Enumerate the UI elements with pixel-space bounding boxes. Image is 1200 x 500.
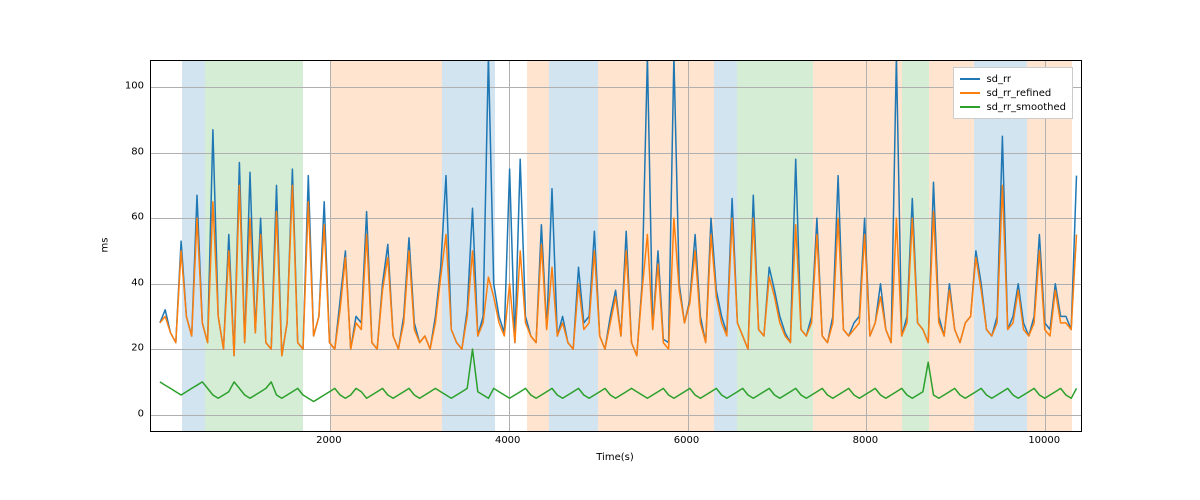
figure: sd_rrsd_rr_refinedsd_rr_smoothed 2000400… (0, 0, 1200, 500)
x-tick-label: 6000 (674, 435, 699, 446)
y-tick-label: 40 (131, 277, 144, 288)
legend-entry: sd_rr_refined (960, 86, 1066, 100)
y-axis-label: ms (100, 238, 111, 253)
y-tick-label: 20 (131, 343, 144, 354)
legend-label: sd_rr (986, 74, 1011, 85)
y-tick-label: 80 (131, 146, 144, 157)
legend-label: sd_rr_refined (986, 88, 1051, 99)
plot-area: sd_rr sd_rr_refined sd_rr_smoothed (150, 60, 1082, 432)
legend: sd_rr sd_rr_refined sd_rr_smoothed (953, 67, 1073, 119)
x-tick-label: 10000 (1028, 435, 1060, 446)
legend-swatch (960, 106, 980, 108)
series-sd_rr_smoothed (160, 349, 1077, 401)
x-tick-label: 4000 (495, 435, 520, 446)
x-tick-label: 8000 (853, 435, 878, 446)
line-plot-svg (151, 61, 1081, 431)
legend-swatch (960, 78, 980, 80)
legend-label: sd_rr_smoothed (986, 102, 1066, 113)
y-tick-label: 60 (131, 212, 144, 223)
x-tick-label: 2000 (316, 435, 341, 446)
legend-entry: sd_rr (960, 72, 1066, 86)
x-axis-label: Time(s) (596, 452, 634, 463)
legend-entry: sd_rr_smoothed (960, 100, 1066, 114)
series-sd_rr_refined (160, 185, 1077, 355)
y-tick-label: 100 (125, 81, 144, 92)
legend-swatch (960, 92, 980, 94)
y-tick-label: 0 (138, 408, 144, 419)
